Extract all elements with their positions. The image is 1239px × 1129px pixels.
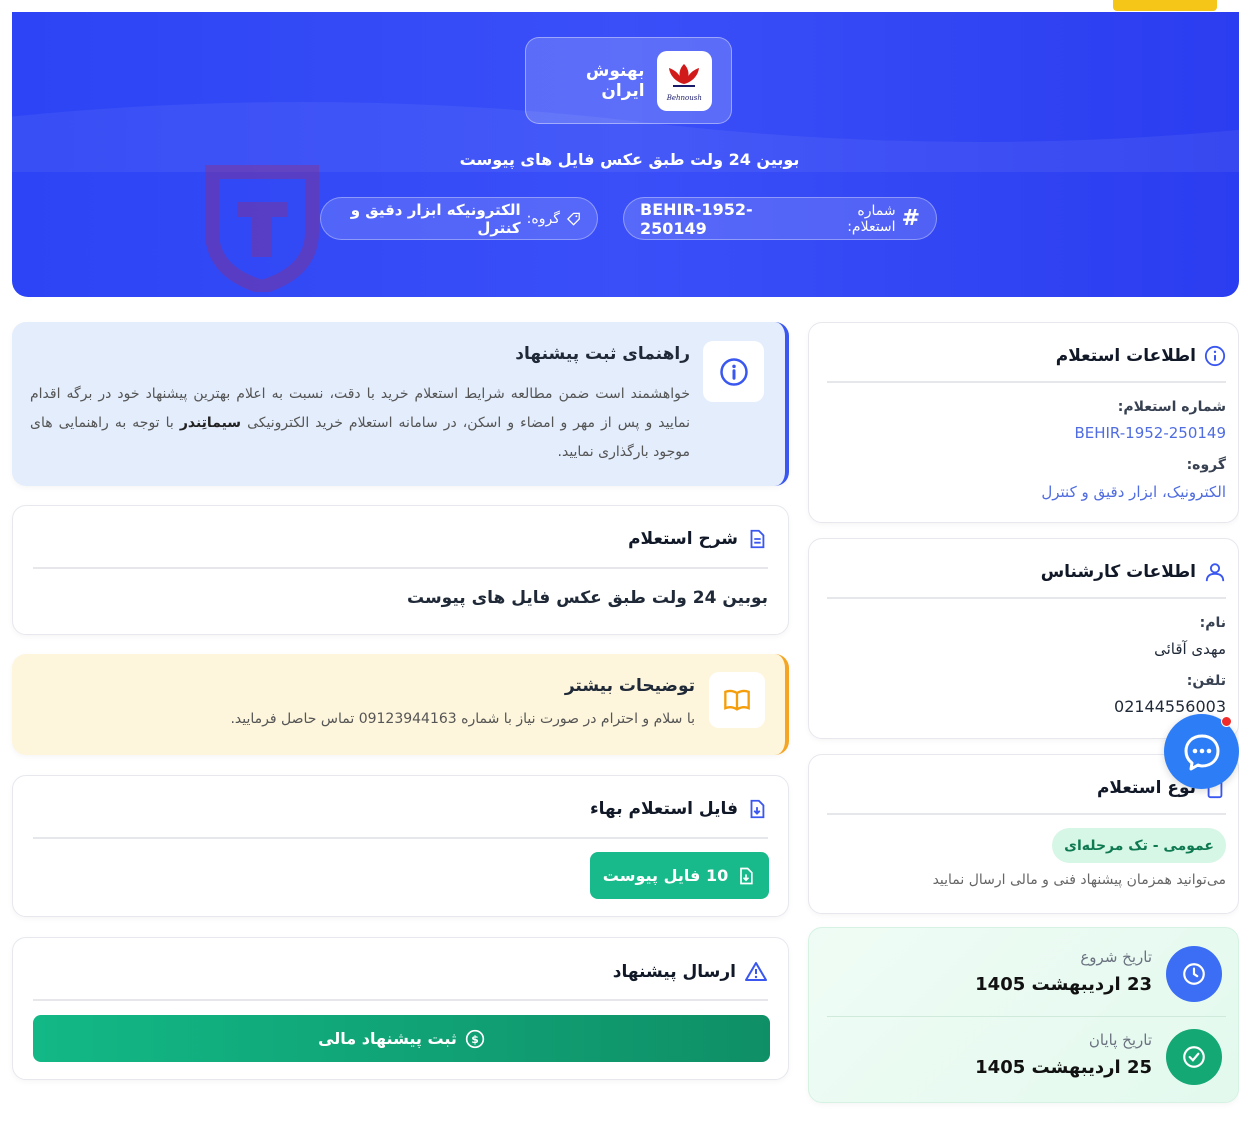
hero-title: بوبین 24 ولت طبق عکس فایل های پیوست	[459, 150, 800, 169]
description-card: شرح استعلام بوبین 24 ولت طبق عکس فایل ها…	[12, 505, 789, 635]
guide-icon-box	[703, 341, 764, 402]
submit-offer-card: ارسال پیشنهاد $ ثبت پیشنهاد مالی	[12, 937, 789, 1080]
inquiry-number-label: شماره استعلام:	[1117, 399, 1226, 415]
attachment-file-icon	[740, 867, 753, 884]
price-file-card: فایل استعلام بهاء 10 فایل پیوست	[12, 775, 789, 917]
divider	[827, 597, 1226, 599]
dates-card: تاریخ شروع 23 اردیبهشت 1405 تاریخ پایان …	[808, 927, 1239, 1103]
inquiry-info-header: اطلاعات استعلام	[1056, 345, 1226, 367]
file-title: فایل استعلام بهاء	[589, 799, 738, 819]
tag-icon	[566, 212, 580, 226]
submit-header: ارسال پیشنهاد	[613, 960, 768, 984]
group-label: گروه:	[1186, 457, 1226, 473]
dollar-icon: $	[465, 1029, 485, 1048]
guide-line1: خواهشمند است ضمن مطالعه شرایط استعلام خر…	[66, 386, 690, 402]
divider	[33, 999, 768, 1001]
divider	[827, 813, 1226, 815]
start-date-label: تاریخ شروع	[1080, 948, 1152, 966]
inquiry-number-pill: # شماره استعلام: BEHIR-1952-250149	[623, 197, 937, 240]
more-title: توضیحات بیشتر	[564, 676, 695, 696]
type-note: می‌توانید همزمان پیشنهاد فنی و مالی ارسا…	[932, 872, 1226, 888]
divider	[827, 381, 1226, 383]
chat-notification-dot	[1221, 716, 1232, 727]
expert-header: اطلاعات کارشناس	[1041, 561, 1226, 583]
company-card: Behnoush بهنوش ایران	[525, 37, 732, 124]
company-logo: Behnoush	[656, 50, 712, 111]
group-value: الکترونیکه ابزار دقیق و کنترل	[350, 200, 521, 237]
attachments-label: 10 فایل پیوست	[602, 866, 729, 885]
info-icon	[719, 357, 748, 386]
top-accent-bar	[1113, 0, 1217, 11]
financial-offer-button[interactable]: $ ثبت پیشنهاد مالی	[33, 1015, 770, 1062]
end-date-value: 25 اردیبهشت 1405	[975, 1057, 1152, 1078]
company-name: بهنوش ایران	[585, 60, 645, 101]
start-date-value: 23 اردیبهشت 1405	[975, 974, 1152, 995]
info-circle-icon	[1204, 345, 1226, 367]
file-header: فایل استعلام بهاء	[590, 798, 768, 820]
expert-title: اطلاعات کارشناس	[1040, 562, 1196, 582]
group-label: گروه:	[526, 210, 560, 227]
end-date-icon-circle	[1166, 1029, 1222, 1085]
expert-name-label: نام:	[1199, 615, 1226, 631]
description-title: شرح استعلام	[628, 529, 738, 549]
guide-line2b: با توجه به	[114, 415, 174, 431]
expert-info-card: اطلاعات کارشناس نام: مهدی آقائی تلفن: 02…	[808, 538, 1239, 739]
hash-icon: #	[901, 206, 920, 231]
expert-phone-value: 02144556003	[1114, 697, 1226, 716]
book-icon	[724, 689, 750, 711]
expert-name-value: مهدی آقائی	[1154, 640, 1226, 658]
logo-caption: Behnoush	[666, 93, 702, 102]
submit-title: ارسال پیشنهاد	[612, 962, 736, 982]
guide-text: خواهشمند است ضمن مطالعه شرایط استعلام خر…	[30, 380, 690, 467]
description-header: شرح استعلام	[628, 528, 768, 550]
more-info-card: توضیحات بیشتر با سلام و احترام در صورت ن…	[12, 654, 789, 755]
more-text: با سلام و احترام در صورت نیاز با شماره 0…	[230, 711, 695, 727]
check-circle-icon	[1183, 1046, 1205, 1068]
inquiry-number-label: شماره استعلام:	[847, 202, 896, 235]
attachments-button[interactable]: 10 فایل پیوست	[590, 852, 769, 899]
user-icon	[1205, 563, 1225, 582]
guide-brand: سیماتِندر	[179, 415, 242, 431]
inquiry-number-link[interactable]: BEHIR-1952-250149	[1074, 424, 1226, 442]
guide-title: راهنمای ثبت پیشنهاد	[515, 344, 690, 364]
group-link[interactable]: الکترونیک، ابزار دقیق و کنترل	[1041, 483, 1226, 501]
inquiry-info-card: اطلاعات استعلام شماره استعلام: BEHIR-195…	[808, 322, 1239, 523]
warning-triangle-icon	[745, 962, 767, 981]
clock-icon	[1183, 963, 1205, 985]
divider	[33, 837, 768, 839]
svg-text:$: $	[471, 1033, 479, 1046]
more-icon-box	[709, 672, 765, 728]
hero-banner: Behnoush بهنوش ایران بوبین 24 ولت طبق عک…	[12, 12, 1239, 297]
group-pill: گروه: الکترونیکه ابزار دقیق و کنترل	[320, 197, 598, 240]
proposal-guide-card: راهنمای ثبت پیشنهاد خواهشمند است ضمن مطا…	[12, 322, 789, 486]
expert-phone-label: تلفن:	[1186, 673, 1226, 689]
financial-offer-label: ثبت پیشنهاد مالی	[318, 1029, 457, 1048]
end-date-label: تاریخ پایان	[1088, 1031, 1152, 1049]
description-text: بوبین 24 ولت طبق عکس فایل های پیوست	[406, 588, 768, 608]
divider	[827, 1016, 1226, 1017]
file-download-icon	[750, 799, 765, 819]
document-icon	[750, 529, 765, 549]
start-date-icon-circle	[1166, 946, 1222, 1002]
chat-bubble-icon	[1184, 734, 1219, 770]
inquiry-info-title: اطلاعات استعلام	[1055, 346, 1196, 366]
inquiry-number-value: BEHIR-1952-250149	[640, 199, 753, 238]
flower-logo-icon	[669, 63, 700, 87]
divider	[33, 567, 768, 569]
type-badge: عمومی - تک مرحله‌ای	[1052, 828, 1226, 863]
